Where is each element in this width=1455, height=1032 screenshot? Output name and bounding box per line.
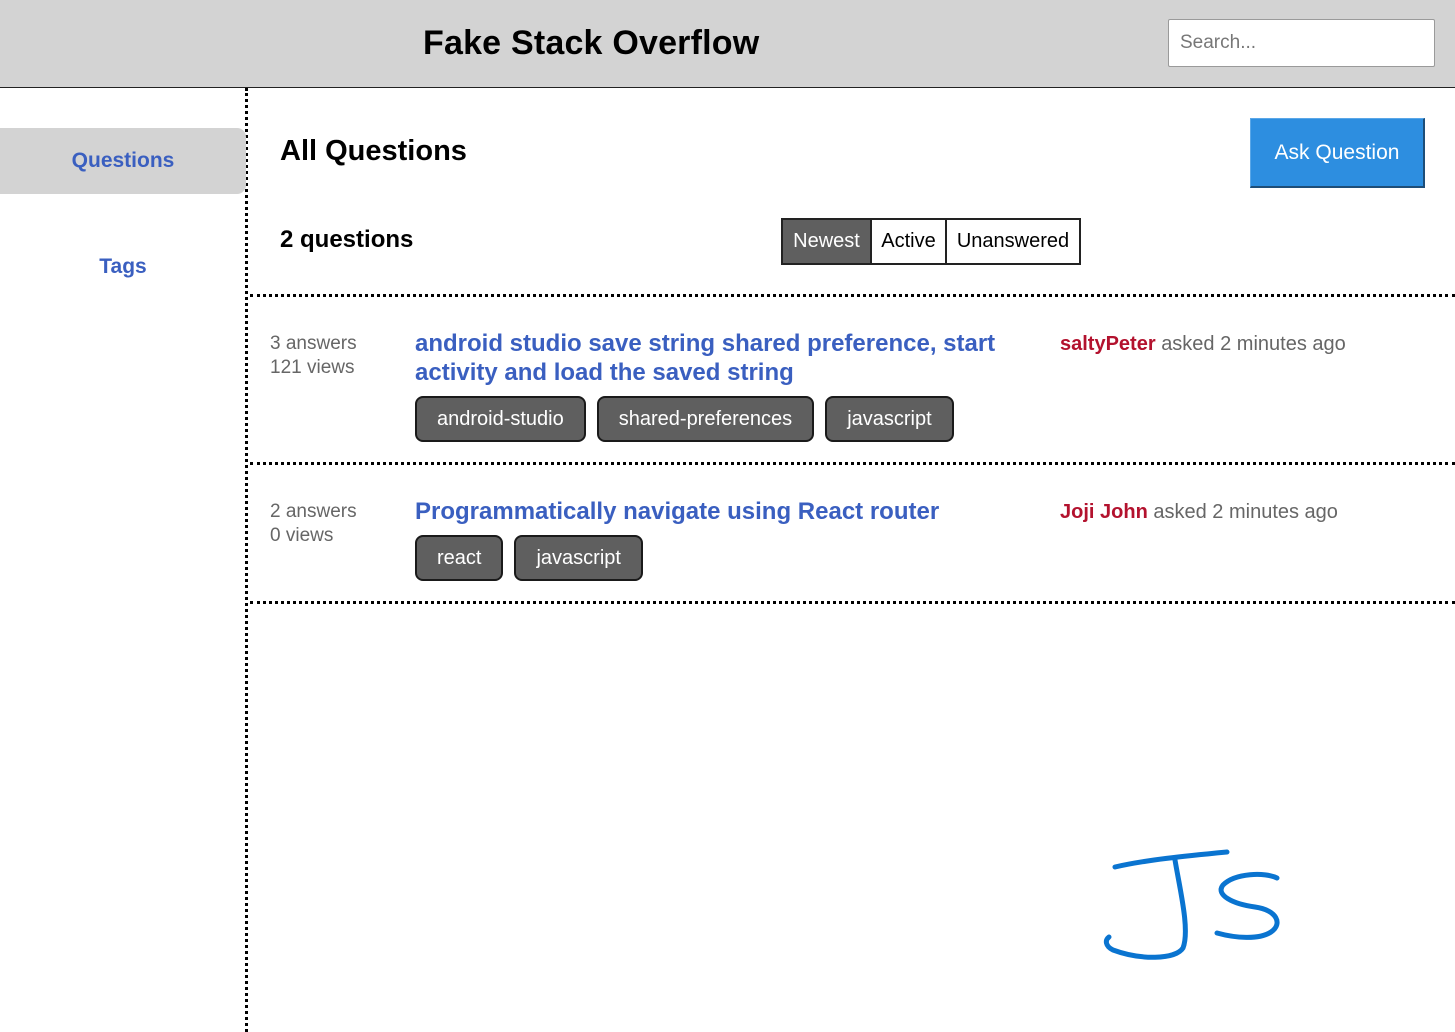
sort-active-button[interactable]: Active: [872, 220, 947, 263]
tag-button[interactable]: javascript: [514, 535, 643, 581]
sidebar-item-questions[interactable]: Questions: [0, 128, 246, 194]
username-link[interactable]: Joji John: [1060, 501, 1148, 523]
ask-question-button[interactable]: Ask Question: [1250, 118, 1425, 188]
handwritten-js-annotation: [1103, 849, 1280, 960]
question-row: 3 answers 121 views android studio save …: [250, 329, 1455, 462]
answer-count: 2 answers: [270, 501, 357, 522]
answer-count: 3 answers: [270, 333, 357, 354]
question-title-link[interactable]: android studio save string shared prefer…: [415, 329, 1035, 387]
view-count: 0 views: [270, 525, 334, 546]
tag-button[interactable]: android-studio: [415, 396, 586, 442]
divider: [250, 462, 1455, 465]
username-link[interactable]: saltyPeter: [1060, 333, 1156, 355]
sort-unanswered-button[interactable]: Unanswered: [947, 220, 1079, 263]
page-title: All Questions: [280, 135, 467, 167]
divider: [250, 294, 1455, 297]
question-title-link[interactable]: Programmatically navigate using React ro…: [415, 497, 1035, 526]
asked-time: asked 2 minutes ago: [1161, 333, 1346, 355]
tag-button[interactable]: shared-preferences: [596, 396, 815, 442]
divider: [250, 601, 1455, 604]
search-input[interactable]: [1168, 19, 1435, 67]
view-count: 121 views: [270, 357, 355, 378]
question-row: 2 answers 0 views Programmatically navig…: [250, 497, 1455, 600]
question-stats: 3 answers 121 views: [270, 332, 357, 380]
tag-button[interactable]: javascript: [825, 396, 954, 442]
sort-newest-button[interactable]: Newest: [783, 220, 872, 263]
site-title: Fake Stack Overflow: [423, 24, 760, 62]
asked-time: asked 2 minutes ago: [1153, 501, 1338, 523]
sidebar: Questions Tags: [0, 88, 248, 1032]
sidebar-item-tags[interactable]: Tags: [0, 234, 246, 300]
sort-button-group: Newest Active Unanswered: [781, 218, 1081, 265]
question-meta: saltyPeter asked 2 minutes ago: [1060, 332, 1346, 356]
top-banner: Fake Stack Overflow: [0, 0, 1455, 88]
tag-list: react javascript: [415, 535, 643, 581]
question-count: 2 questions: [280, 226, 414, 253]
tag-button[interactable]: react: [415, 535, 504, 581]
question-meta: Joji John asked 2 minutes ago: [1060, 500, 1338, 524]
tag-list: android-studio shared-preferences javasc…: [415, 396, 954, 442]
question-stats: 2 answers 0 views: [270, 500, 357, 548]
